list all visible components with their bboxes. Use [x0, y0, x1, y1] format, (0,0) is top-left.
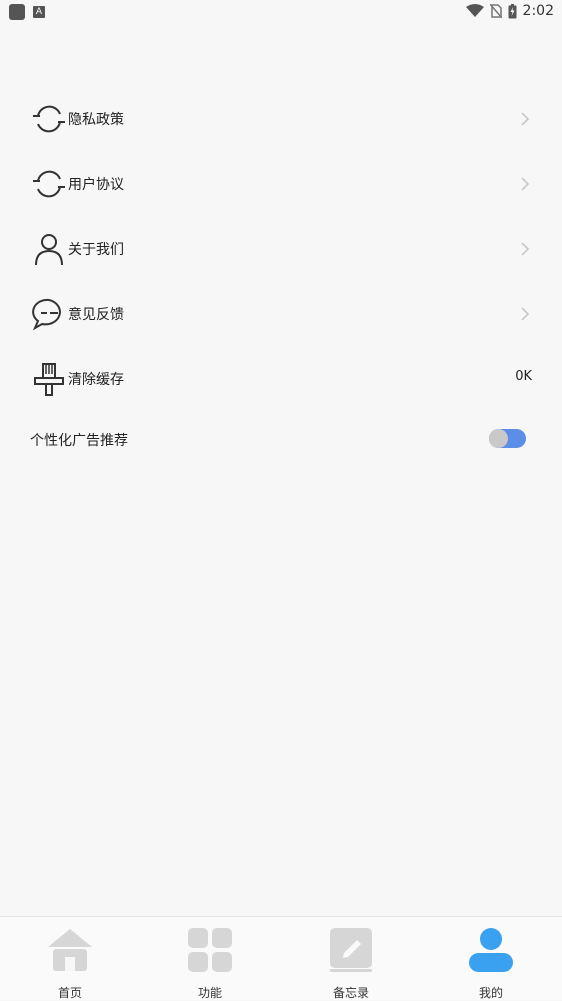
personalized-ads-row: 个性化广告推荐	[0, 418, 562, 462]
menu-item-label: 用户协议	[68, 177, 124, 193]
wifi-icon	[465, 4, 484, 17]
personalized-ads-toggle[interactable]	[489, 429, 526, 448]
nav-tab-home[interactable]: 首页	[30, 927, 110, 1000]
nav-tab-memo[interactable]: 备忘录	[311, 927, 391, 1000]
chevron-right-icon	[521, 112, 530, 126]
app-square-icon	[9, 4, 25, 20]
chat-bubble-icon	[32, 298, 61, 331]
user-icon	[35, 234, 63, 266]
chevron-right-icon	[521, 177, 530, 191]
profile-icon	[469, 928, 513, 972]
refresh-cycle-icon	[33, 105, 65, 133]
menu-item-label: 关于我们	[68, 242, 124, 258]
brush-icon	[34, 363, 64, 396]
menu-item-clear-cache[interactable]: 清除缓存 0K	[0, 348, 562, 413]
battery-charging-icon	[508, 3, 517, 18]
status-left: A	[9, 4, 45, 20]
menu-item-user-agreement[interactable]: 用户协议	[0, 153, 562, 218]
home-icon	[48, 929, 92, 971]
no-sim-icon	[489, 4, 502, 18]
menu-item-about-us[interactable]: 关于我们	[0, 218, 562, 283]
nav-tab-functions[interactable]: 功能	[170, 927, 250, 1000]
settings-menu: 隐私政策 用户协议 关于我们 意见反馈 清除缓存 0K	[0, 88, 562, 413]
cache-size-value: 0K	[515, 369, 532, 384]
nav-label: 首页	[57, 986, 82, 1000]
menu-item-label: 意见反馈	[68, 307, 124, 323]
toggle-knob	[489, 429, 508, 448]
status-bar: A 2:02	[0, 0, 562, 24]
status-time: 2:02	[522, 3, 554, 19]
grid-icon	[188, 928, 232, 972]
nav-label: 功能	[197, 986, 222, 1000]
personalized-ads-label: 个性化广告推荐	[30, 433, 128, 449]
a-badge-icon: A	[33, 6, 45, 18]
nav-label: 我的	[478, 986, 503, 1000]
menu-item-label: 隐私政策	[68, 112, 124, 128]
status-right: 2:02	[465, 3, 554, 19]
menu-item-label: 清除缓存	[68, 372, 124, 388]
memo-icon	[330, 928, 372, 972]
chevron-right-icon	[521, 242, 530, 256]
refresh-cycle-icon	[33, 170, 65, 198]
nav-label: 备忘录	[332, 986, 369, 1000]
chevron-right-icon	[521, 307, 530, 321]
menu-item-privacy-policy[interactable]: 隐私政策	[0, 88, 562, 153]
nav-tab-mine[interactable]: 我的	[451, 927, 531, 1000]
bottom-nav: 首页 功能 备忘录 我的	[0, 916, 562, 1000]
menu-item-feedback[interactable]: 意见反馈	[0, 283, 562, 348]
